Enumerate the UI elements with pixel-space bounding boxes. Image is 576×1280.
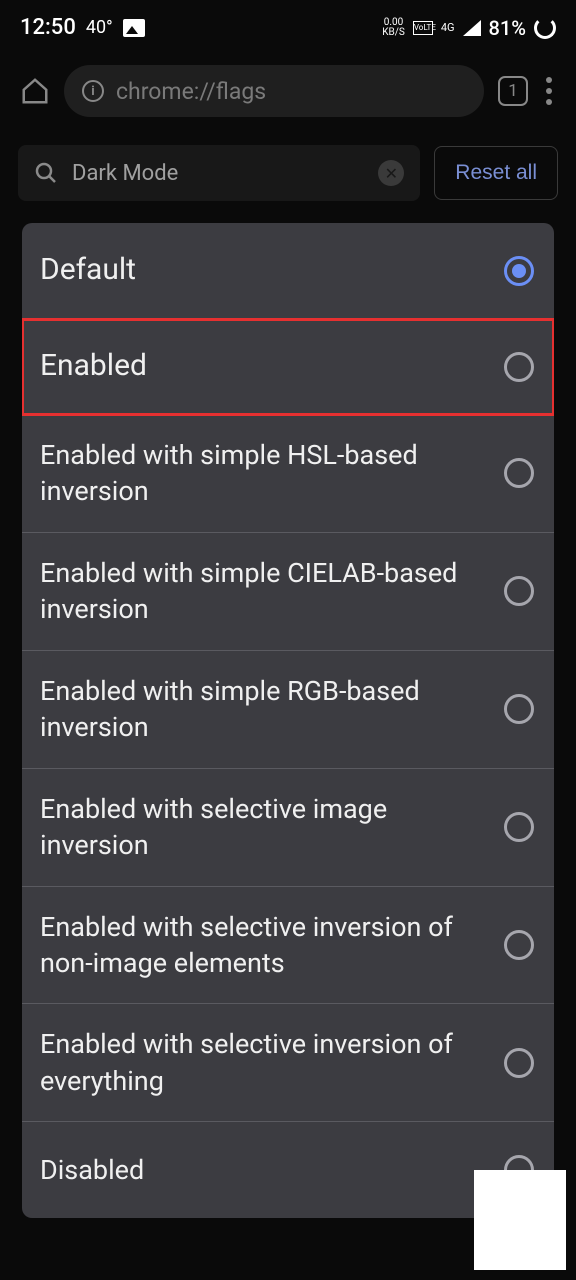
radio-icon[interactable] — [504, 930, 534, 960]
status-right: 0.00KB/S VoLTE 4G 81% — [382, 16, 556, 40]
browser-toolbar: i chrome://flags 1 — [0, 55, 576, 135]
option-label: Enabled — [40, 346, 486, 387]
address-bar[interactable]: i chrome://flags — [64, 65, 484, 117]
radio-icon[interactable] — [504, 694, 534, 724]
option-row[interactable]: Enabled with simple RGB-based inversion — [22, 651, 554, 769]
option-row[interactable]: Enabled with simple HSL-based inversion — [22, 415, 554, 533]
radio-icon[interactable] — [504, 458, 534, 488]
option-label: Enabled with selective inversion of ever… — [40, 1026, 486, 1099]
option-row[interactable]: Enabled with selective inversion of non-… — [22, 887, 554, 1005]
options-dropdown: Default Enabled Enabled with simple HSL-ba… — [22, 223, 554, 1218]
loading-icon — [534, 17, 556, 39]
option-label: Enabled with simple CIELAB-based inversi… — [40, 555, 486, 628]
status-bar: 12:50 40° 0.00KB/S VoLTE 4G 81% — [0, 0, 576, 55]
signal-icon — [463, 20, 481, 36]
option-label: Enabled with simple HSL-based inversion — [40, 437, 486, 510]
flags-toolbar: Dark Mode ✕ Reset all — [0, 135, 576, 211]
radio-icon[interactable] — [504, 812, 534, 842]
radio-icon[interactable] — [504, 352, 534, 382]
menu-icon[interactable] — [542, 77, 556, 105]
search-icon — [34, 161, 58, 185]
info-icon[interactable]: i — [82, 80, 104, 102]
option-row[interactable]: Default — [22, 223, 554, 319]
search-value: Dark Mode — [72, 161, 178, 186]
reset-all-button[interactable]: Reset all — [434, 146, 558, 200]
option-label: Disabled — [40, 1152, 486, 1188]
network-icon: 4G — [441, 21, 455, 34]
status-temp: 40° — [86, 17, 113, 38]
option-label: Enabled with selective inversion of non-… — [40, 909, 486, 982]
option-label: Default — [40, 250, 486, 291]
radio-icon[interactable] — [504, 576, 534, 606]
status-left: 12:50 40° — [20, 15, 145, 40]
home-icon[interactable] — [20, 76, 50, 106]
url-text: chrome://flags — [116, 78, 266, 105]
option-row[interactable]: Enabled with selective inversion of ever… — [22, 1004, 554, 1122]
option-label: Enabled with selective image inversion — [40, 791, 486, 864]
radio-icon[interactable] — [504, 1048, 534, 1078]
clear-icon[interactable]: ✕ — [378, 160, 404, 186]
radio-icon[interactable] — [504, 256, 534, 286]
search-input[interactable]: Dark Mode ✕ — [18, 145, 420, 201]
status-time: 12:50 — [20, 15, 76, 40]
option-row[interactable]: Enabled — [22, 319, 554, 415]
tab-switcher[interactable]: 1 — [498, 76, 528, 106]
volte-icon: VoLTE — [413, 21, 433, 35]
option-row[interactable]: Enabled with selective image inversion — [22, 769, 554, 887]
option-label: Enabled with simple RGB-based inversion — [40, 673, 486, 746]
overlay-box — [474, 1170, 566, 1270]
picture-icon — [123, 19, 145, 37]
data-speed: 0.00KB/S — [382, 18, 405, 38]
option-row[interactable]: Enabled with simple CIELAB-based inversi… — [22, 533, 554, 651]
battery-percent: 81% — [489, 16, 526, 40]
